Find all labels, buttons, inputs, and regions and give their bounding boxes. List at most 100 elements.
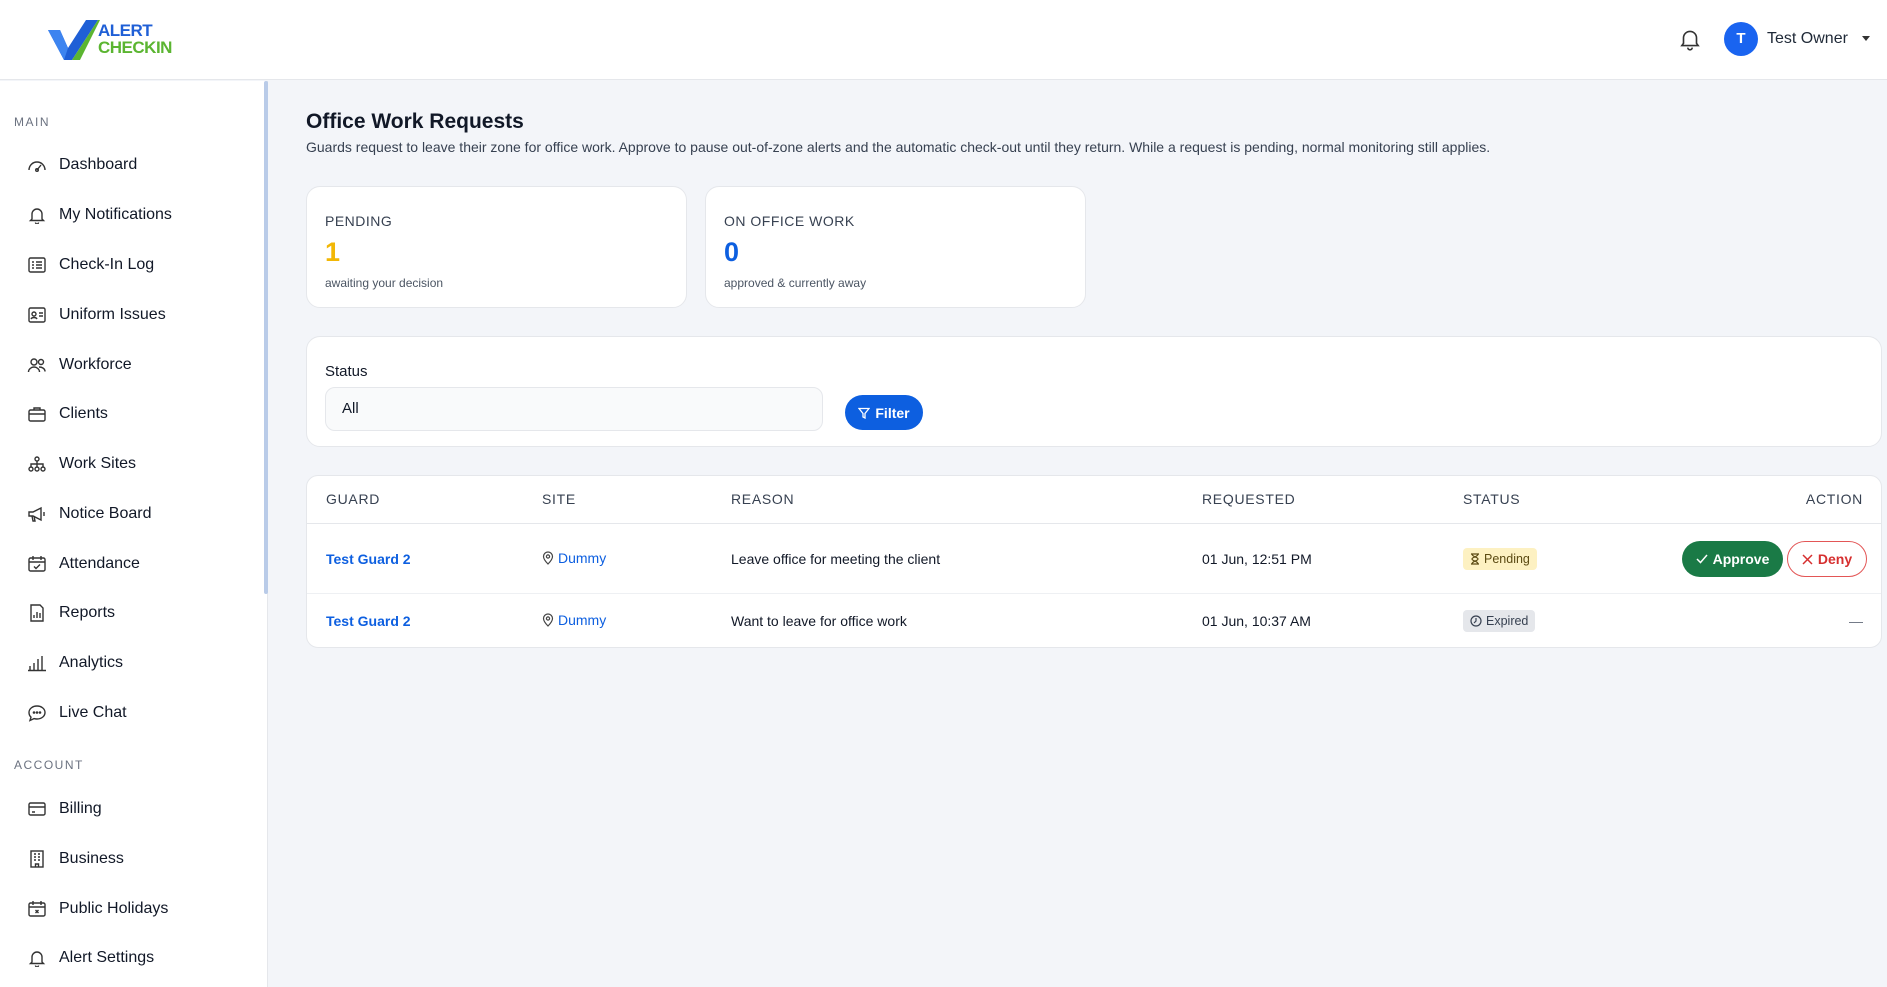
sidebar-item-label: Clients xyxy=(59,405,108,422)
hourglass-icon xyxy=(1471,553,1479,565)
sidebar-item-label: Workforce xyxy=(59,356,132,373)
user-name[interactable]: Test Owner xyxy=(1767,30,1848,48)
sidebar-section-account: ACCOUNT xyxy=(14,758,84,772)
sidebar-item-label: Business xyxy=(59,850,124,867)
map-pin-icon xyxy=(542,551,554,565)
site-link[interactable]: Dummy xyxy=(542,612,606,628)
list-icon xyxy=(28,257,46,273)
sidebar-item-analytics[interactable]: Analytics xyxy=(0,643,262,683)
status-filter-select[interactable]: All xyxy=(325,387,823,431)
sidebar-item-label: Notice Board xyxy=(59,505,152,522)
sidebar-item-my-notifications[interactable]: My Notifications xyxy=(0,195,262,235)
dashboard-icon xyxy=(28,161,46,172)
sidebar-item-clients[interactable]: Clients xyxy=(0,394,262,434)
sidebar-item-check-in-log[interactable]: Check-In Log xyxy=(0,245,262,285)
sidebar-item-label: Live Chat xyxy=(59,704,127,721)
sidebar-item-alert-settings[interactable]: Alert Settings xyxy=(0,938,262,978)
requests-table: GUARD SITE REASON REQUESTED STATUS ACTIO… xyxy=(306,475,1882,648)
stat-card-pending: PENDING 1 awaiting your decision xyxy=(306,186,687,308)
report-icon xyxy=(30,604,44,622)
stat-note: approved & currently away xyxy=(724,276,867,290)
stat-label: ON OFFICE WORK xyxy=(724,213,855,229)
sidebar-item-label: Dashboard xyxy=(59,156,138,173)
sidebar-item-business[interactable]: Business xyxy=(0,839,262,879)
guard-link[interactable]: Test Guard 2 xyxy=(326,551,411,567)
bar-chart-icon xyxy=(28,656,46,672)
column-header-status[interactable]: STATUS xyxy=(1463,491,1520,507)
sidebar-item-billing[interactable]: Billing xyxy=(0,789,262,829)
sidebar-item-label: Alert Settings xyxy=(59,949,155,966)
approve-button[interactable]: Approve xyxy=(1682,541,1783,577)
sidebar-item-label: Uniform Issues xyxy=(59,306,166,323)
request-time: 01 Jun, 10:37 AM xyxy=(1202,613,1311,629)
page-subtitle: Guards request to leave their zone for o… xyxy=(306,139,1491,155)
logo-text-checkin: CHECKIN xyxy=(98,38,172,57)
status-text: Expired xyxy=(1486,614,1529,628)
stat-card-on-office-work: ON OFFICE WORK 0 approved & currently aw… xyxy=(705,186,1086,308)
no-action-placeholder: — xyxy=(1849,613,1863,629)
stat-value: 0 xyxy=(724,237,740,267)
sidebar-item-notice-board[interactable]: Notice Board xyxy=(0,494,262,534)
deny-label: Deny xyxy=(1817,551,1853,567)
building-icon xyxy=(30,850,44,868)
sidebar-item-label: Billing xyxy=(59,800,102,817)
notification-bell-icon[interactable] xyxy=(1677,26,1703,52)
clock-icon xyxy=(1470,615,1482,627)
request-reason: Want to leave for office work xyxy=(731,613,907,629)
column-header-guard[interactable]: GUARD xyxy=(326,491,380,507)
sidebar-section-main: MAIN xyxy=(14,115,50,129)
sidebar-item-uniform-issues[interactable]: Uniform Issues xyxy=(0,295,262,335)
alert-checkin-logo[interactable]: ALERT CHECKIN xyxy=(46,18,186,62)
top-bar: ALERT CHECKIN T Test Owner xyxy=(0,0,1887,80)
status-text: Pending xyxy=(1484,552,1530,566)
sidebar-item-label: Check-In Log xyxy=(59,256,155,273)
briefcase-icon xyxy=(28,407,46,422)
sidebar-item-reports[interactable]: Reports xyxy=(0,593,262,633)
table-row: Test Guard 2 Dummy Want to leave for off… xyxy=(307,594,1881,647)
sidebar-scrollbar[interactable] xyxy=(264,81,268,594)
filter-button-label: Filter xyxy=(875,404,910,421)
sidebar: MAIN Dashboard My Notifications Check-In… xyxy=(0,81,268,987)
site-name: Dummy xyxy=(558,550,607,566)
table-row: Test Guard 2 Dummy Leave office for meet… xyxy=(307,524,1881,594)
sidebar-item-work-sites[interactable]: Work Sites xyxy=(0,444,262,484)
sitemap-icon xyxy=(28,456,46,472)
sidebar-item-label: My Notifications xyxy=(59,206,172,223)
column-header-site[interactable]: SITE xyxy=(542,491,576,507)
id-card-icon xyxy=(28,307,46,323)
request-reason: Leave office for meeting the client xyxy=(731,551,941,567)
chat-icon xyxy=(28,705,46,722)
close-icon xyxy=(1802,553,1813,565)
logo-check-icon xyxy=(48,20,100,60)
site-link[interactable]: Dummy xyxy=(542,550,606,566)
page-title: Office Work Requests xyxy=(306,110,524,133)
status-badge: Expired xyxy=(1463,610,1536,632)
user-menu-caret-icon[interactable] xyxy=(1862,36,1870,41)
user-avatar[interactable]: T xyxy=(1724,22,1758,56)
sidebar-item-label: Attendance xyxy=(59,555,140,572)
sidebar-item-dashboard[interactable]: Dashboard xyxy=(0,145,262,185)
filter-icon xyxy=(858,407,871,419)
deny-button[interactable]: Deny xyxy=(1787,541,1867,577)
column-header-action[interactable]: ACTION xyxy=(1806,491,1863,507)
sidebar-item-attendance[interactable]: Attendance xyxy=(0,544,262,584)
sidebar-item-label: Analytics xyxy=(59,654,124,671)
column-header-reason[interactable]: REASON xyxy=(731,491,794,507)
table-header: GUARD SITE REASON REQUESTED STATUS ACTIO… xyxy=(307,476,1881,524)
sidebar-item-public-holidays[interactable]: Public Holidays xyxy=(0,889,262,929)
stat-note: awaiting your decision xyxy=(325,276,444,290)
status-badge: Pending xyxy=(1463,548,1537,570)
column-header-requested[interactable]: REQUESTED xyxy=(1202,491,1295,507)
filter-button[interactable]: Filter xyxy=(845,395,923,430)
sidebar-item-live-chat[interactable]: Live Chat xyxy=(0,693,262,733)
request-time: 01 Jun, 12:51 PM xyxy=(1202,551,1312,567)
sidebar-item-label: Reports xyxy=(59,604,116,621)
megaphone-icon xyxy=(28,506,45,522)
check-icon xyxy=(1696,554,1708,564)
credit-card-icon xyxy=(28,802,46,816)
site-name: Dummy xyxy=(558,612,607,628)
stat-value: 1 xyxy=(325,237,341,267)
approve-label: Approve xyxy=(1712,551,1770,567)
guard-link[interactable]: Test Guard 2 xyxy=(326,613,411,629)
sidebar-item-workforce[interactable]: Workforce xyxy=(0,345,262,385)
